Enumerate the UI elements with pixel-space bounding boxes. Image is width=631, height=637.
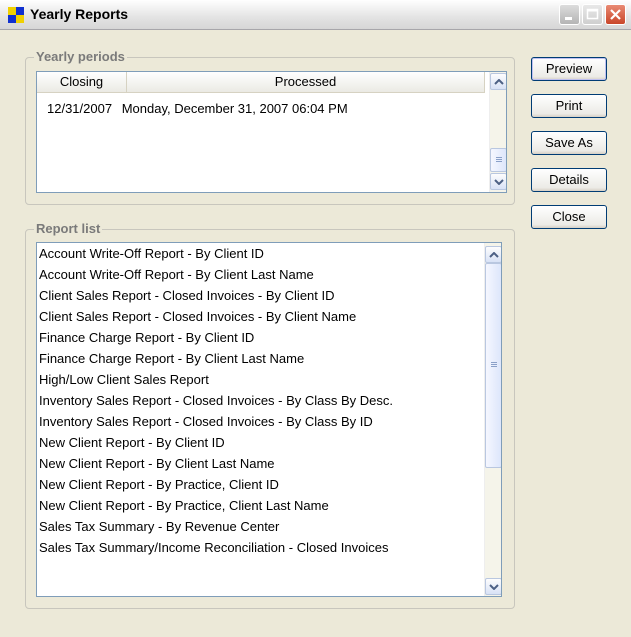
report-list-scrollbar[interactable] (484, 243, 501, 596)
chevron-up-icon (494, 79, 504, 85)
report-item[interactable]: Finance Charge Report - By Client Last N… (39, 349, 304, 369)
report-item[interactable]: Inventory Sales Report - Closed Invoices… (39, 391, 393, 411)
report-item[interactable]: High/Low Client Sales Report (39, 370, 209, 390)
chevron-down-icon (494, 179, 504, 185)
periods-scrollbar[interactable] (489, 72, 506, 192)
report-item[interactable]: New Client Report - By Practice, Client … (39, 496, 329, 516)
close-button[interactable]: Close (531, 205, 607, 229)
periods-scroll-thumb[interactable] (490, 148, 506, 172)
report-item[interactable]: New Client Report - By Client ID (39, 433, 225, 453)
chevron-down-icon (489, 584, 499, 590)
yearly-reports-window: Yearly Reports Yearly periods Closing Pr… (0, 0, 631, 637)
column-processed[interactable]: Processed (127, 72, 485, 92)
minimize-icon (565, 17, 572, 20)
chevron-up-icon (489, 252, 499, 258)
close-window-button[interactable] (605, 4, 626, 25)
minimize-button[interactable] (559, 4, 580, 25)
title-bar[interactable]: Yearly Reports (0, 0, 631, 30)
report-item[interactable]: Sales Tax Summary - By Revenue Center (39, 517, 279, 537)
print-button[interactable]: Print (531, 94, 607, 118)
report-list-label: Report list (34, 221, 103, 236)
close-icon (610, 9, 621, 20)
period-closing: 12/31/2007 (47, 101, 113, 116)
app-icon (8, 7, 24, 23)
maximize-icon (586, 8, 599, 20)
report-item[interactable]: Client Sales Report - Closed Invoices - … (39, 286, 335, 306)
report-list[interactable]: Account Write-Off Report - By Client ID … (36, 242, 502, 597)
report-item[interactable]: New Client Report - By Client Last Name (39, 454, 275, 474)
preview-button[interactable]: Preview (531, 57, 607, 81)
report-item[interactable]: Sales Tax Summary/Income Reconciliation … (39, 538, 388, 558)
report-item[interactable]: Inventory Sales Report - Closed Invoices… (39, 412, 373, 432)
period-row[interactable]: 12/31/2007 Monday, December 31, 2007 06:… (47, 101, 348, 116)
report-item[interactable]: Client Sales Report - Closed Invoices - … (39, 307, 356, 327)
yearly-periods-list[interactable]: Closing Processed 12/31/2007 Monday, Dec… (36, 71, 507, 193)
window-title: Yearly Reports (30, 6, 129, 22)
save-as-button[interactable]: Save As (531, 131, 607, 155)
details-button[interactable]: Details (531, 168, 607, 192)
maximize-button[interactable] (582, 4, 603, 25)
report-item[interactable]: New Client Report - By Practice, Client … (39, 475, 279, 495)
periods-scroll-up-button[interactable] (490, 73, 506, 90)
report-scroll-thumb[interactable] (485, 263, 501, 468)
period-processed: Monday, December 31, 2007 06:04 PM (121, 101, 348, 116)
yearly-periods-label: Yearly periods (34, 49, 127, 64)
periods-header: Closing Processed (37, 72, 485, 93)
report-item[interactable]: Account Write-Off Report - By Client Las… (39, 265, 314, 285)
report-scroll-up-button[interactable] (485, 246, 501, 263)
report-item[interactable]: Account Write-Off Report - By Client ID (39, 244, 264, 264)
report-item[interactable]: Finance Charge Report - By Client ID (39, 328, 254, 348)
column-closing[interactable]: Closing (37, 72, 127, 92)
periods-scroll-down-button[interactable] (490, 173, 506, 190)
report-scroll-down-button[interactable] (485, 578, 501, 595)
